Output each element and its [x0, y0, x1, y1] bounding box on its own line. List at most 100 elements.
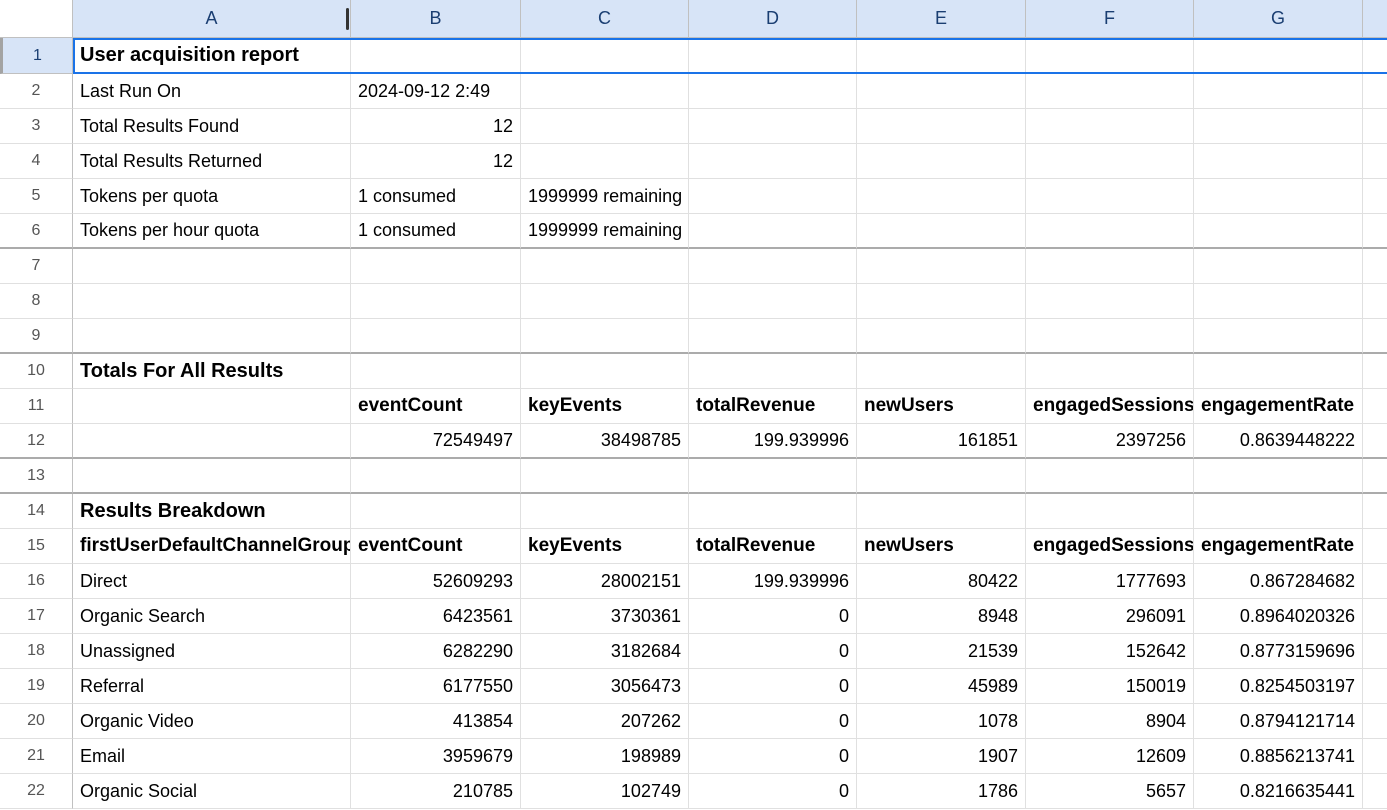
- cell-a14[interactable]: Results Breakdown: [73, 494, 351, 529]
- cell-c19[interactable]: 3056473: [521, 669, 689, 704]
- cell-g10[interactable]: [1194, 354, 1363, 389]
- cell-c16[interactable]: 28002151: [521, 564, 689, 599]
- row-header-9[interactable]: 9: [0, 319, 73, 354]
- row-header-16[interactable]: 16: [0, 564, 73, 599]
- select-all-corner[interactable]: [0, 0, 73, 38]
- cell-d6[interactable]: [689, 214, 857, 249]
- cell-a16[interactable]: Direct: [73, 564, 351, 599]
- row-header-3[interactable]: 3: [0, 109, 73, 144]
- row-header-7[interactable]: 7: [0, 249, 73, 284]
- row-header-17[interactable]: 17: [0, 599, 73, 634]
- column-header-d[interactable]: D: [689, 0, 857, 38]
- row-header-21[interactable]: 21: [0, 739, 73, 774]
- cell-a5[interactable]: Tokens per quota: [73, 179, 351, 214]
- cell-b3[interactable]: 12: [351, 109, 521, 144]
- cell-f12[interactable]: 2397256: [1026, 424, 1194, 459]
- row-header-13[interactable]: 13: [0, 459, 73, 494]
- cell-b21[interactable]: 3959679: [351, 739, 521, 774]
- cell-g7[interactable]: [1194, 249, 1363, 284]
- cell-b22[interactable]: 210785: [351, 774, 521, 809]
- column-header-e[interactable]: E: [857, 0, 1026, 38]
- cell-b15[interactable]: eventCount: [351, 529, 521, 564]
- cell-d21[interactable]: 0: [689, 739, 857, 774]
- cell-c14[interactable]: [521, 494, 689, 529]
- cell-c15[interactable]: keyEvents: [521, 529, 689, 564]
- cell-f20[interactable]: 8904: [1026, 704, 1194, 739]
- cell-f3[interactable]: [1026, 109, 1194, 144]
- row-header-12[interactable]: 12: [0, 424, 73, 459]
- cell-f1[interactable]: [1026, 38, 1194, 74]
- cell-b4[interactable]: 12: [351, 144, 521, 179]
- row-header-20[interactable]: 20: [0, 704, 73, 739]
- row-header-18[interactable]: 18: [0, 634, 73, 669]
- cell-a12[interactable]: [73, 424, 351, 459]
- cell-g2[interactable]: [1194, 74, 1363, 109]
- cell-a3[interactable]: Total Results Found: [73, 109, 351, 144]
- cell-f6[interactable]: [1026, 214, 1194, 249]
- cell-d22[interactable]: 0: [689, 774, 857, 809]
- cell-e9[interactable]: [857, 319, 1026, 354]
- cell-e11[interactable]: newUsers: [857, 389, 1026, 424]
- cell-e21[interactable]: 1907: [857, 739, 1026, 774]
- cell-c5[interactable]: 1999999 remaining: [521, 179, 689, 214]
- cell-c6[interactable]: 1999999 remaining: [521, 214, 689, 249]
- cell-d9[interactable]: [689, 319, 857, 354]
- cell-f19[interactable]: 150019: [1026, 669, 1194, 704]
- cell-g16[interactable]: 0.867284682: [1194, 564, 1363, 599]
- row-header-19[interactable]: 19: [0, 669, 73, 704]
- cell-f4[interactable]: [1026, 144, 1194, 179]
- cell-b16[interactable]: 52609293: [351, 564, 521, 599]
- cell-c8[interactable]: [521, 284, 689, 319]
- cell-f9[interactable]: [1026, 319, 1194, 354]
- cell-f10[interactable]: [1026, 354, 1194, 389]
- cell-e8[interactable]: [857, 284, 1026, 319]
- cell-e16[interactable]: 80422: [857, 564, 1026, 599]
- cell-e17[interactable]: 8948: [857, 599, 1026, 634]
- cell-f2[interactable]: [1026, 74, 1194, 109]
- row-header-4[interactable]: 4: [0, 144, 73, 179]
- row-header-8[interactable]: 8: [0, 284, 73, 319]
- cell-a19[interactable]: Referral: [73, 669, 351, 704]
- cell-e22[interactable]: 1786: [857, 774, 1026, 809]
- cell-e2[interactable]: [857, 74, 1026, 109]
- cell-e18[interactable]: 21539: [857, 634, 1026, 669]
- cell-a15[interactable]: firstUserDefaultChannelGroup: [73, 529, 351, 564]
- cell-g12[interactable]: 0.8639448222: [1194, 424, 1363, 459]
- cell-c21[interactable]: 198989: [521, 739, 689, 774]
- cell-a2[interactable]: Last Run On: [73, 74, 351, 109]
- cell-e5[interactable]: [857, 179, 1026, 214]
- cell-e6[interactable]: [857, 214, 1026, 249]
- cell-d16[interactable]: 199.939996: [689, 564, 857, 599]
- cell-b12[interactable]: 72549497: [351, 424, 521, 459]
- row-header-22[interactable]: 22: [0, 774, 73, 809]
- cell-b18[interactable]: 6282290: [351, 634, 521, 669]
- cell-c20[interactable]: 207262: [521, 704, 689, 739]
- column-header-f[interactable]: F: [1026, 0, 1194, 38]
- cell-g8[interactable]: [1194, 284, 1363, 319]
- cell-d17[interactable]: 0: [689, 599, 857, 634]
- cell-a6[interactable]: Tokens per hour quota: [73, 214, 351, 249]
- cell-c22[interactable]: 102749: [521, 774, 689, 809]
- cell-g15[interactable]: engagementRate: [1194, 529, 1363, 564]
- cell-f13[interactable]: [1026, 459, 1194, 494]
- cell-d15[interactable]: totalRevenue: [689, 529, 857, 564]
- cell-b6[interactable]: 1 consumed: [351, 214, 521, 249]
- cell-g14[interactable]: [1194, 494, 1363, 529]
- cell-c7[interactable]: [521, 249, 689, 284]
- cell-f18[interactable]: 152642: [1026, 634, 1194, 669]
- cell-b14[interactable]: [351, 494, 521, 529]
- cell-a22[interactable]: Organic Social: [73, 774, 351, 809]
- cell-f8[interactable]: [1026, 284, 1194, 319]
- cell-a8[interactable]: [73, 284, 351, 319]
- row-header-2[interactable]: 2: [0, 74, 73, 109]
- cell-g1[interactable]: [1194, 38, 1363, 74]
- cell-g3[interactable]: [1194, 109, 1363, 144]
- cell-g17[interactable]: 0.8964020326: [1194, 599, 1363, 634]
- cell-a10[interactable]: Totals For All Results: [73, 354, 351, 389]
- cell-e13[interactable]: [857, 459, 1026, 494]
- cell-g9[interactable]: [1194, 319, 1363, 354]
- cell-d4[interactable]: [689, 144, 857, 179]
- cell-e19[interactable]: 45989: [857, 669, 1026, 704]
- cell-b17[interactable]: 6423561: [351, 599, 521, 634]
- cell-b2[interactable]: 2024-09-12 2:49: [351, 74, 521, 109]
